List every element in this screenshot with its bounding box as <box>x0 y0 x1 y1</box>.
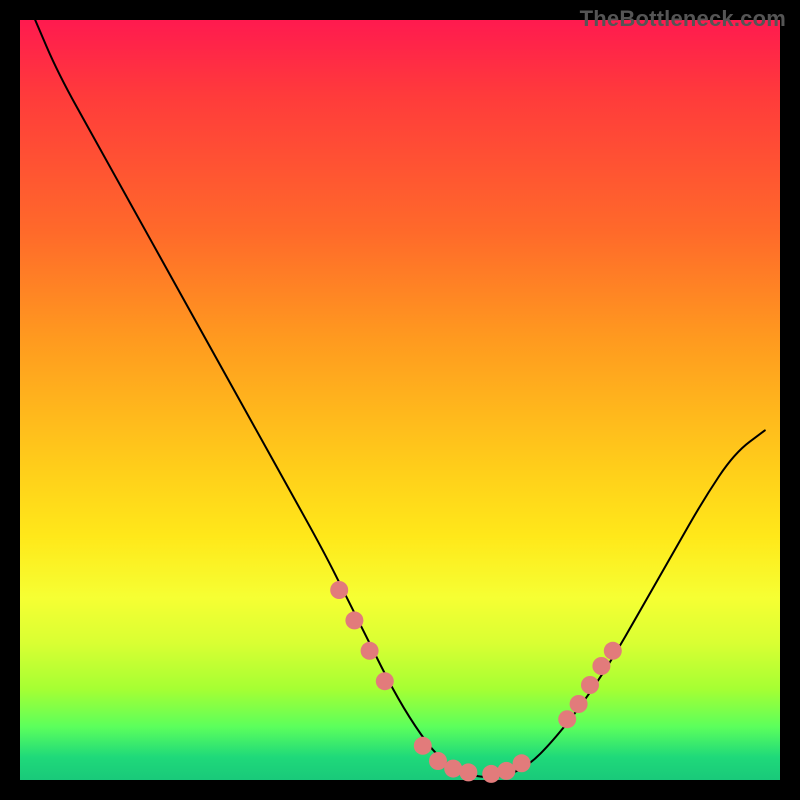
chart-frame: TheBottleneck.com <box>0 0 800 800</box>
optimum-marker <box>482 765 500 783</box>
optimum-marker <box>570 695 588 713</box>
chart-svg <box>20 20 780 780</box>
optimum-marker <box>345 611 363 629</box>
optimum-marker <box>376 672 394 690</box>
optimum-marker <box>330 581 348 599</box>
optimum-marker <box>581 676 599 694</box>
optimum-marker <box>604 642 622 660</box>
bottleneck-curve <box>35 20 765 777</box>
optimum-marker <box>361 642 379 660</box>
optimum-markers <box>330 581 622 783</box>
optimum-marker <box>414 737 432 755</box>
optimum-marker <box>592 657 610 675</box>
optimum-marker <box>444 760 462 778</box>
optimum-marker <box>558 710 576 728</box>
optimum-marker <box>513 754 531 772</box>
optimum-marker <box>459 763 477 781</box>
